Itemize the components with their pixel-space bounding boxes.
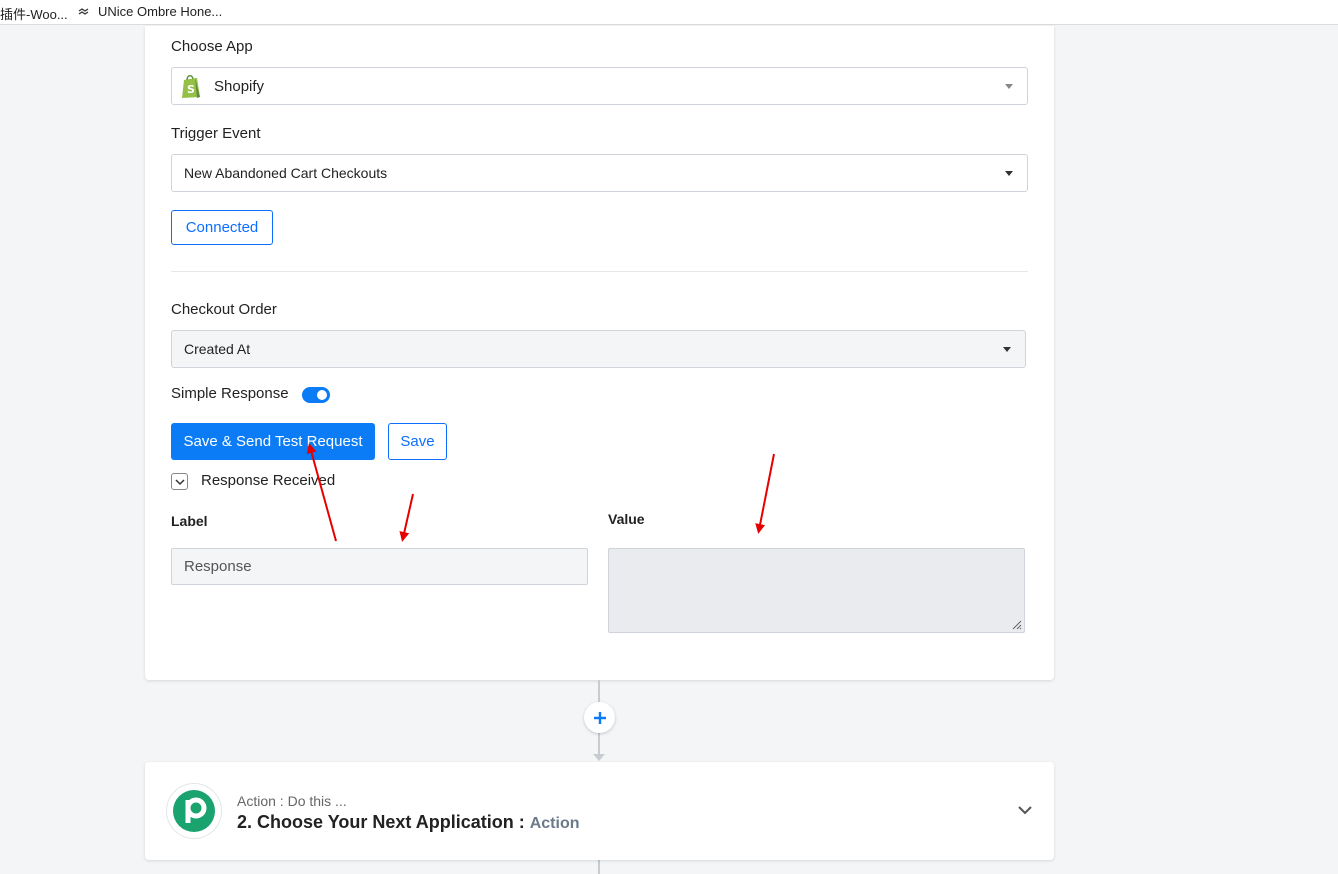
resize-handle-icon[interactable] — [1010, 618, 1022, 630]
bookmark-item[interactable]: 插件-Woo... — [0, 4, 68, 23]
chevron-down-icon — [1005, 84, 1013, 89]
save-send-test-request-button[interactable]: Save & Send Test Request — [171, 423, 375, 460]
simple-response-toggle[interactable] — [302, 387, 330, 403]
action-card[interactable]: Action : Do this ... 2. Choose Your Next… — [145, 762, 1054, 860]
choose-app-select[interactable]: S Shopify — [171, 67, 1028, 105]
action-title-text: 2. Choose Your Next Application : — [237, 812, 525, 832]
connector-line — [598, 680, 600, 702]
bookmark-label: UNice Ombre Hone... — [98, 4, 223, 19]
connector-line — [598, 733, 600, 755]
save-button[interactable]: Save — [388, 423, 447, 460]
checkout-order-select[interactable]: Created At — [171, 330, 1026, 368]
divider — [171, 271, 1028, 272]
shopify-icon: S — [182, 75, 200, 98]
plus-icon — [593, 711, 606, 724]
checkout-order-label: Checkout Order — [171, 301, 277, 318]
wave-icon — [78, 7, 89, 15]
simple-response-label: Simple Response — [171, 385, 289, 402]
connector-line — [598, 860, 600, 874]
trigger-event-label: Trigger Event — [171, 125, 261, 142]
connected-button[interactable]: Connected — [171, 210, 273, 245]
choose-app-label: Choose App — [171, 38, 253, 55]
bookmark-label: 插件-Woo... — [0, 7, 68, 22]
add-step-button[interactable] — [584, 702, 615, 733]
action-title: 2. Choose Your Next Application : Action — [237, 812, 580, 833]
svg-text:S: S — [187, 83, 195, 96]
response-value-textarea[interactable] — [608, 548, 1025, 633]
label-column-header: Label — [171, 513, 208, 529]
bookmarks-bar: 插件-Woo... UNice Ombre Hone... — [0, 0, 1338, 25]
value-column-header: Value — [608, 511, 645, 527]
trigger-card: Choose App S Shopify Trigger Event New A… — [145, 26, 1054, 680]
trigger-event-select[interactable]: New Abandoned Cart Checkouts — [171, 154, 1028, 192]
pabbly-icon — [173, 790, 215, 832]
checkout-order-value: Created At — [184, 341, 251, 357]
chevron-down-icon — [1005, 171, 1013, 176]
app-value: Shopify — [214, 77, 265, 95]
chevron-down-icon — [174, 478, 185, 485]
action-subtitle: Action : Do this ... — [237, 793, 347, 809]
response-received-toggle[interactable] — [171, 473, 188, 490]
pabbly-logo — [166, 783, 222, 839]
chevron-down-icon[interactable] — [1018, 805, 1032, 815]
bookmark-item[interactable]: UNice Ombre Hone... — [78, 4, 222, 19]
connector-arrow — [593, 754, 605, 761]
response-label-field[interactable]: Response — [171, 548, 588, 585]
toggle-knob — [317, 390, 327, 400]
trigger-event-value: New Abandoned Cart Checkouts — [184, 165, 388, 181]
response-received-label: Response Received — [201, 472, 336, 489]
chevron-down-icon — [1003, 347, 1011, 352]
action-tag: Action — [529, 815, 580, 832]
